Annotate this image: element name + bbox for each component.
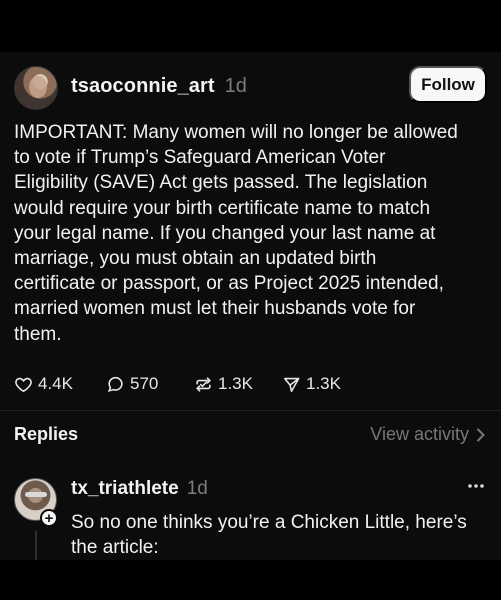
post-stats: 4.4K 570 1.3K 1.3K (14, 372, 362, 396)
author-avatar[interactable] (14, 66, 58, 110)
bottom-black-bar (0, 560, 501, 600)
like-button[interactable]: 4.4K (14, 374, 94, 394)
comment-count: 570 (130, 374, 159, 393)
share-count: 1.3K (306, 374, 341, 393)
top-black-bar (0, 0, 501, 52)
post-time: 1d (224, 74, 247, 97)
thread-line (35, 531, 37, 560)
reply-author-row: tx_triathlete 1d (71, 478, 208, 500)
follow-button[interactable]: Follow (409, 66, 487, 103)
avatar-sunglasses (25, 492, 47, 497)
plus-icon[interactable]: + (40, 509, 58, 527)
repost-icon (196, 376, 211, 392)
reply-text: So no one thinks you’re a Chicken Little… (71, 512, 467, 559)
heart-icon (15, 377, 32, 392)
view-activity-link[interactable]: View activity (370, 424, 486, 445)
more-horizontal-icon[interactable] (467, 481, 485, 491)
reply-username[interactable]: tx_triathlete (71, 478, 179, 500)
reply-time: 1d (186, 478, 208, 499)
like-count: 4.4K (38, 374, 73, 393)
threads-screen: tsaoconnie_art 1d Follow IMPORTANT: Many… (0, 0, 501, 600)
author-avatar-face (29, 76, 47, 98)
repost-button[interactable]: 1.3K (194, 374, 272, 394)
share-button[interactable]: 1.3K (282, 374, 362, 394)
repost-count: 1.3K (218, 374, 253, 393)
comment-icon (107, 376, 123, 392)
replies-heading: Replies (14, 424, 79, 444)
comment-button[interactable]: 570 (106, 374, 189, 394)
view-activity-label: View activity (370, 424, 469, 444)
chevron-right-icon (477, 428, 485, 441)
author-row: tsaoconnie_art 1d (71, 72, 247, 100)
stats-divider (0, 410, 501, 411)
share-icon (283, 377, 300, 392)
post-text: IMPORTANT: Many women will no longer be … (14, 122, 458, 345)
author-username[interactable]: tsaoconnie_art (71, 75, 215, 98)
